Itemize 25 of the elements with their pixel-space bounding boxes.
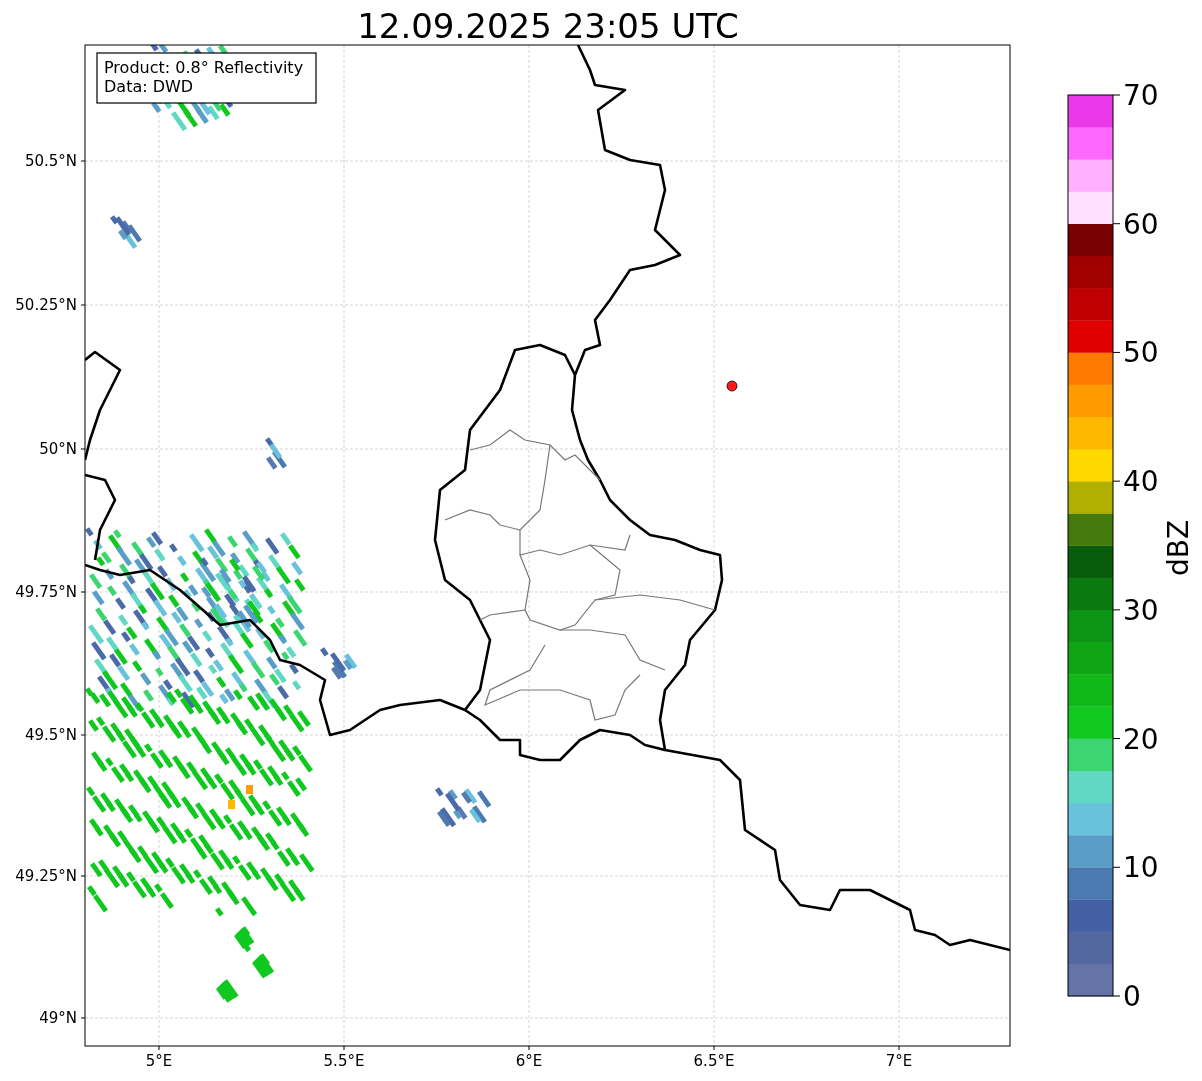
x-tick-label: 5°E xyxy=(145,1052,173,1070)
colorbar-tick-label: 0 xyxy=(1123,980,1141,1013)
colorbar-tick-label: 40 xyxy=(1123,465,1159,499)
y-tick-label: 50°N xyxy=(39,440,77,458)
y-tick-label: 50.25°N xyxy=(15,296,77,314)
colorbar-tick-label: 60 xyxy=(1123,207,1159,241)
chart-title: 12.09.2025 23:05 UTC xyxy=(357,6,739,46)
y-tick-label: 49.5°N xyxy=(24,726,77,744)
y-tick-label: 49°N xyxy=(39,1009,77,1027)
colorbar-tick-label: 30 xyxy=(1123,593,1159,627)
annotation-text: Data: DWD xyxy=(104,77,194,96)
x-tick-label: 5.5°E xyxy=(323,1052,365,1070)
y-tick-label: 49.75°N xyxy=(15,583,77,601)
colorbar-label: dBZ xyxy=(1162,519,1195,577)
colorbar-tick-label: 10 xyxy=(1123,851,1159,885)
colorbar-tick-label: 50 xyxy=(1123,336,1159,370)
x-tick-label: 6.5°E xyxy=(693,1052,735,1070)
colorbar-tick-label: 70 xyxy=(1123,79,1159,112)
y-tick-label: 49.25°N xyxy=(15,867,77,885)
location-marker-icon xyxy=(726,380,738,392)
annotation-text: Product: 0.8° Reflectivity xyxy=(104,58,304,77)
y-tick-label: 50.5°N xyxy=(24,152,77,170)
x-tick-label: 6°E xyxy=(515,1052,543,1070)
x-tick-label: 7°E xyxy=(885,1052,913,1070)
colorbar-tick-label: 20 xyxy=(1123,722,1159,756)
